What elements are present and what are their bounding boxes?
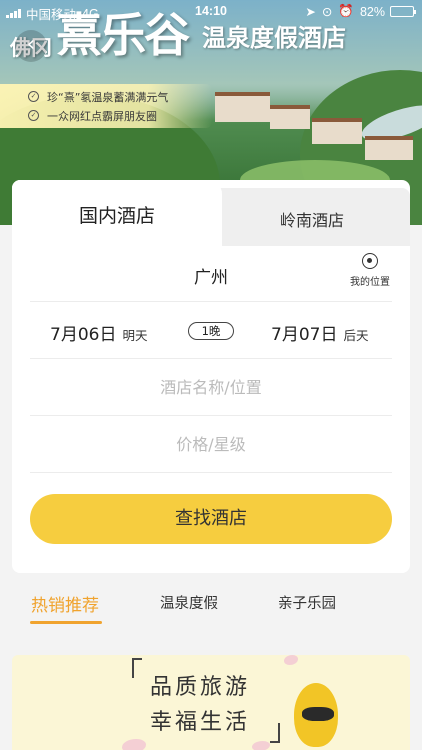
status-bar: 中国移动 4G 14:10 ➤ ⊙ ⏰ 82%: [0, 0, 422, 22]
slogan-item: ✓ 珍“熹”氡温泉蓄满满元气: [28, 87, 212, 106]
petal-decoration: [122, 739, 146, 750]
slogan-text: 珍“熹”氡温泉蓄满满元气: [47, 90, 169, 104]
banner-building: [215, 92, 270, 122]
hotel-tabs: 岭南酒店 国内酒店: [12, 180, 410, 246]
date-row: 7月06日 明天 1晚 7月07日 后天: [30, 302, 392, 359]
banner-building: [270, 105, 310, 129]
checkin-day-label: 明天: [122, 328, 148, 343]
price-star-row: [30, 416, 392, 473]
tab-domestic-hotel-label[interactable]: 国内酒店: [12, 201, 222, 228]
location-target-icon: [362, 253, 378, 269]
bee-stripe: [302, 707, 334, 721]
back-button[interactable]: ‹: [15, 30, 47, 62]
bracket-decoration: [270, 723, 280, 743]
price-star-input[interactable]: [30, 416, 392, 472]
tab-family-park[interactable]: 亲子乐园: [278, 592, 336, 613]
orientation-lock-icon: ⊙: [321, 5, 333, 19]
checkout-date-value: 7月07日: [271, 325, 338, 345]
banner-title-sub: 温泉度假酒店: [202, 23, 346, 52]
petal-decoration: [284, 655, 298, 665]
petal-decoration: [252, 741, 270, 750]
my-location-button[interactable]: 我的位置: [342, 253, 398, 288]
banner-building: [312, 118, 362, 144]
search-hotel-button[interactable]: 查找酒店: [30, 494, 392, 544]
city-row: 广州 我的位置: [30, 244, 392, 302]
tab-hot-recommend[interactable]: 热销推荐: [31, 591, 99, 616]
check-icon: ✓: [28, 110, 39, 121]
active-tab-underline: [30, 621, 102, 624]
city-selector[interactable]: 广州: [30, 263, 392, 288]
bracket-decoration: [132, 658, 142, 678]
banner-building: [365, 136, 413, 160]
banner-slogans: ✓ 珍“熹”氡温泉蓄满满元气 ✓ 一众网红点霸屏朋友圈: [0, 84, 212, 128]
check-icon: ✓: [28, 91, 39, 102]
hotel-name-row: [30, 359, 392, 416]
promo-line-1: 品质旅游: [150, 675, 251, 700]
promo-banner[interactable]: 品质旅游 幸福生活: [12, 655, 410, 750]
checkin-date[interactable]: 7月06日 明天: [50, 320, 147, 345]
nights-badge: 1晚: [188, 322, 234, 340]
category-tabs: 热销推荐 温泉度假 亲子乐园: [0, 588, 422, 628]
hotel-search-card: 岭南酒店 国内酒店 广州 我的位置 7月06日 明天 1晚 7月07日 后天 查…: [12, 180, 410, 573]
chevron-left-icon: ‹: [26, 32, 36, 57]
checkout-date[interactable]: 7月07日 后天: [271, 320, 368, 345]
checkin-date-value: 7月06日: [50, 325, 117, 345]
alarm-icon: ⏰: [338, 4, 354, 18]
promo-line-2: 幸福生活: [150, 710, 251, 735]
slogan-text: 一众网红点霸屏朋友圈: [47, 109, 157, 123]
battery-percent: 82%: [359, 4, 385, 19]
hotel-name-input[interactable]: [30, 359, 392, 415]
checkout-day-label: 后天: [343, 328, 369, 343]
my-location-label: 我的位置: [350, 277, 390, 288]
location-arrow-icon: ➤: [305, 5, 316, 19]
battery-icon: [390, 6, 416, 17]
slogan-item: ✓ 一众网红点霸屏朋友圈: [28, 106, 212, 125]
tab-lingnan-hotel-label[interactable]: 岭南酒店: [232, 207, 392, 231]
tab-hot-spring[interactable]: 温泉度假: [160, 592, 218, 613]
